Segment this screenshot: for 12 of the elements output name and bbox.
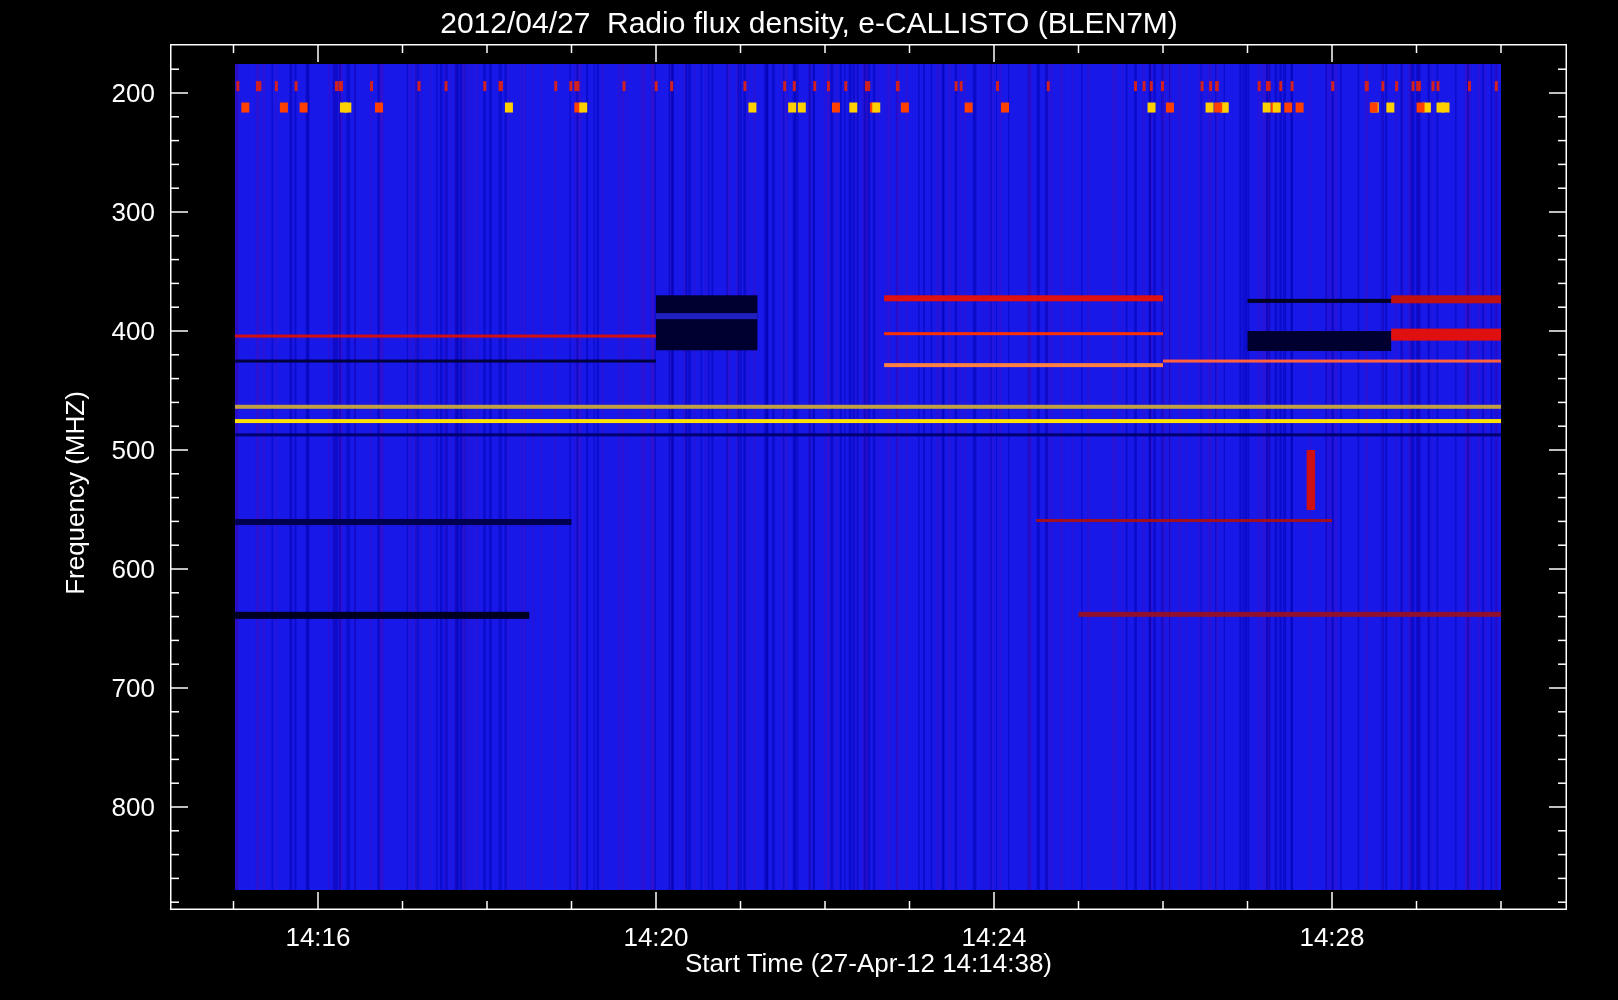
x-tick-label: 14:24 [960,924,1028,950]
x-tick-label: 14:20 [622,924,690,950]
y-tick-label: 200 [110,80,155,106]
y-tick-label: 300 [110,199,155,225]
y-tick-label: 800 [110,794,155,820]
plot-title: 2012/04/27 Radio flux density, e-CALLISTO (BLEN7M) [440,4,1178,41]
y-tick-label: 400 [110,318,155,344]
x-tick-label: 14:28 [1298,924,1366,950]
y-axis-label: Frequency (MHZ) [62,391,88,595]
x-tick-label: 14:16 [284,924,352,950]
x-axis-label: Start Time (27-Apr-12 14:14:38) [684,950,1053,976]
y-tick-label: 700 [110,675,155,701]
